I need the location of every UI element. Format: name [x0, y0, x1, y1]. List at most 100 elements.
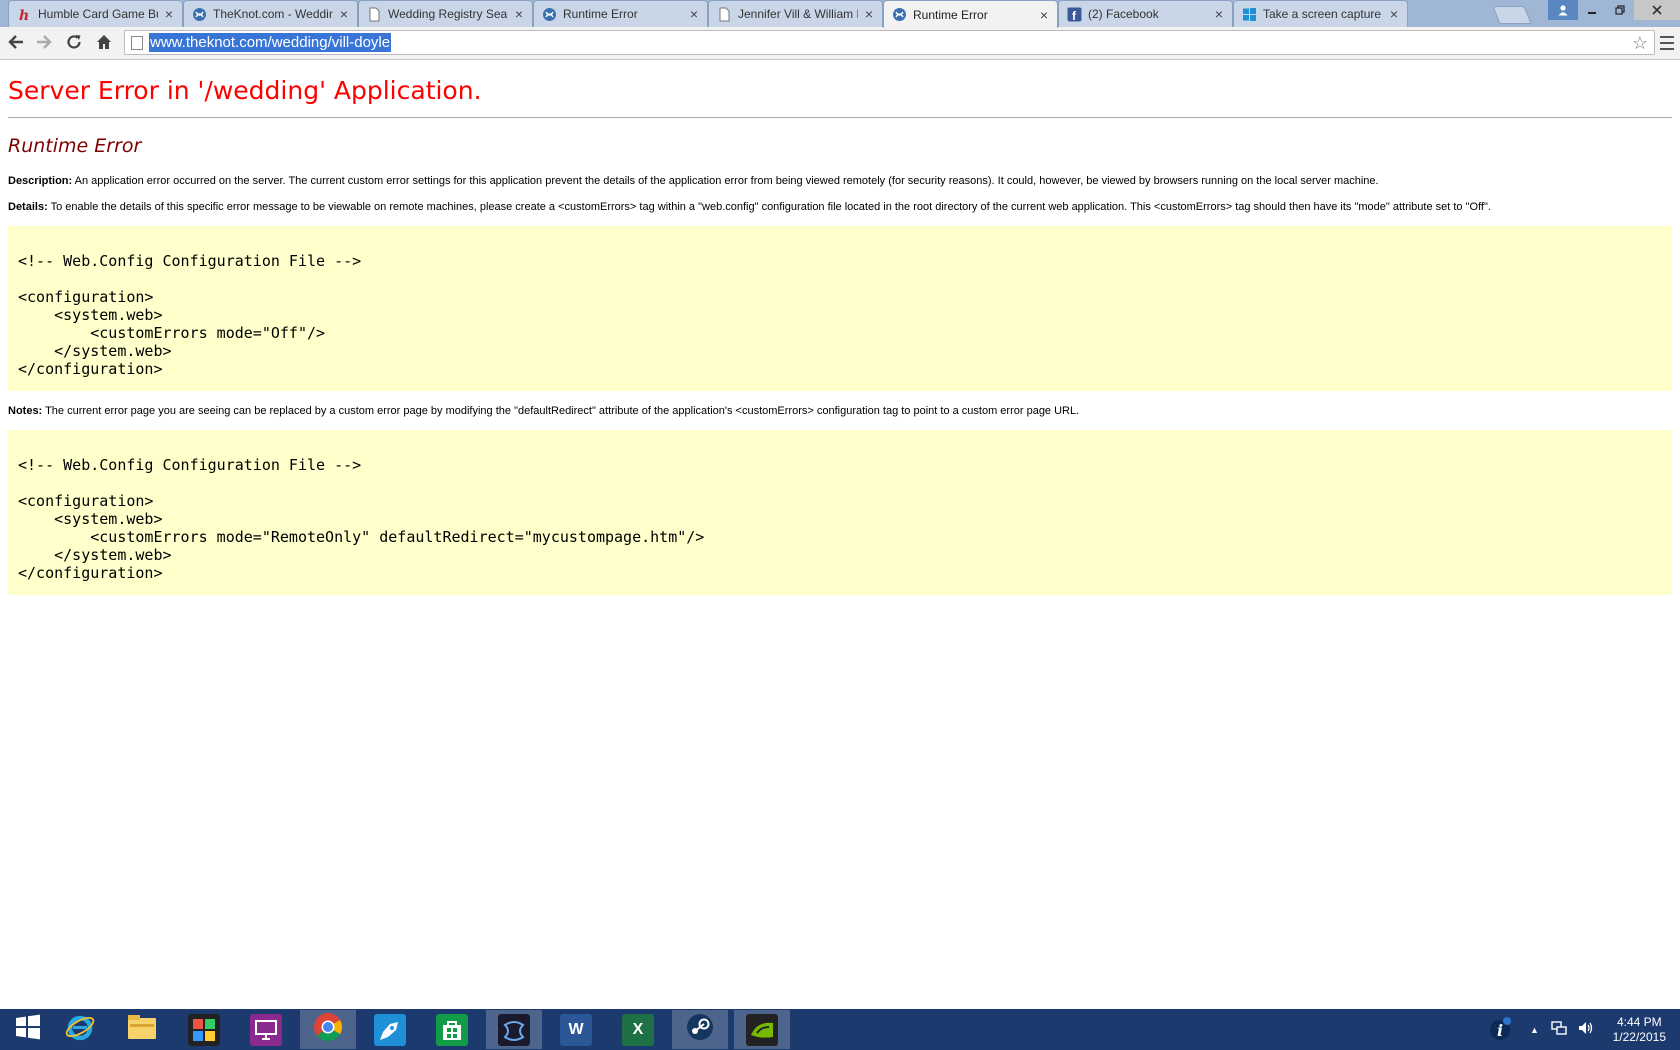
new-tab-button[interactable]	[1492, 6, 1532, 24]
taskbar-remote-app[interactable]	[238, 1010, 294, 1049]
store-icon	[436, 1013, 468, 1046]
url-text[interactable]: www.theknot.com/wedding/vill-doyle	[149, 33, 392, 52]
restore-button[interactable]	[1606, 0, 1634, 20]
tab-label: Jennifer Vill & William D	[738, 7, 858, 21]
facebook-icon: f	[1067, 7, 1082, 23]
nvidia-icon	[746, 1013, 778, 1046]
home-button[interactable]	[92, 32, 116, 56]
user-profile-icon[interactable]	[1548, 0, 1578, 20]
taskbar-file-explorer[interactable]	[114, 1010, 170, 1049]
reload-button[interactable]	[62, 32, 86, 56]
browser-toolbar: www.theknot.com/wedding/vill-doyle ☆	[0, 27, 1680, 60]
error-subtitle: Runtime Error	[8, 135, 142, 157]
tab-humble[interactable]: h Humble Card Game Bun ×	[8, 0, 183, 27]
close-icon[interactable]: ×	[1212, 7, 1226, 21]
minimize-button[interactable]	[1578, 0, 1606, 20]
notes-label: Notes:	[8, 405, 43, 417]
tab-label: Wedding Registry Search	[388, 7, 508, 21]
notes-paragraph: Notes: The current error page you are se…	[8, 405, 1079, 417]
theknot-icon	[192, 7, 207, 22]
volume-icon[interactable]	[1577, 1020, 1595, 1039]
folder-icon	[126, 1012, 158, 1047]
system-clock[interactable]: 4:44 PM 1/22/2015	[1613, 1015, 1666, 1045]
close-icon[interactable]: ×	[512, 7, 526, 21]
tab-jennifer-vill[interactable]: Jennifer Vill & William D ×	[708, 0, 883, 27]
chevron-up-icon[interactable]: ▲	[1530, 1025, 1539, 1035]
taskbar-photo-app[interactable]	[176, 1010, 232, 1049]
windows-taskbar: W X i ▲ 4:44 PM 1/22/2015	[0, 1009, 1680, 1050]
page-content: Server Error in '/wedding' Application. …	[0, 61, 1680, 1009]
humble-icon: h	[17, 7, 32, 24]
taskbar-word[interactable]: W	[548, 1010, 604, 1049]
code-text: <!-- Web.Config Configuration File --> <…	[18, 252, 362, 378]
taskbar-nvidia[interactable]	[734, 1010, 790, 1049]
page-icon	[367, 7, 382, 22]
remote-app-icon	[250, 1013, 282, 1046]
system-tray: i ▲	[1486, 1009, 1595, 1050]
taskbar-rocket-app[interactable]	[362, 1010, 418, 1049]
description-paragraph: Description: An application error occurr…	[8, 175, 1379, 187]
taskbar-steam[interactable]	[672, 1010, 728, 1049]
taskbar-internet-explorer[interactable]	[52, 1010, 108, 1049]
theknot-icon	[892, 7, 907, 22]
close-icon[interactable]: ×	[687, 7, 701, 21]
close-icon[interactable]: ×	[1387, 7, 1401, 21]
taskbar-store[interactable]	[424, 1010, 480, 1049]
tab-theknot[interactable]: TheKnot.com - Wedding ×	[183, 0, 358, 27]
home-icon	[95, 33, 113, 56]
notes-text: The current error page you are seeing ca…	[42, 405, 1080, 417]
code-text: <!-- Web.Config Configuration File --> <…	[18, 456, 705, 582]
details-label: Details:	[8, 201, 48, 213]
word-icon: W	[560, 1013, 592, 1046]
close-window-button[interactable]	[1634, 0, 1680, 20]
page-title: Server Error in '/wedding' Application.	[8, 76, 482, 105]
taskbar-excel[interactable]: X	[610, 1010, 666, 1049]
reload-icon	[65, 33, 83, 56]
excel-icon: X	[622, 1013, 654, 1046]
clock-date: 1/22/2015	[1612, 1030, 1666, 1044]
address-bar[interactable]: www.theknot.com/wedding/vill-doyle ☆	[124, 30, 1655, 55]
details-paragraph: Details: To enable the details of this s…	[8, 201, 1491, 213]
info-notification-icon[interactable]: i	[1486, 1014, 1514, 1045]
start-button[interactable]	[0, 1010, 56, 1049]
tab-runtime-error-active[interactable]: Runtime Error ×	[883, 0, 1058, 28]
details-text: To enable the details of this specific e…	[47, 201, 1491, 213]
windows-start-icon	[14, 1013, 42, 1046]
forward-button[interactable]	[32, 32, 56, 56]
taskbar-visual-studio[interactable]	[486, 1010, 542, 1049]
close-icon[interactable]: ×	[1037, 8, 1051, 22]
taskbar-chrome[interactable]	[300, 1010, 356, 1049]
close-icon[interactable]: ×	[862, 7, 876, 21]
tab-label: Runtime Error	[913, 7, 988, 22]
back-button[interactable]	[4, 32, 28, 56]
chrome-menu-icon[interactable]	[1658, 34, 1676, 52]
theknot-icon	[542, 7, 557, 22]
code-block-config-off: <!-- Web.Config Configuration File --> <…	[8, 226, 1672, 391]
page-icon	[131, 35, 143, 50]
close-icon[interactable]: ×	[162, 7, 176, 21]
svg-text:h: h	[19, 8, 29, 22]
tab-label: Humble Card Game Bun	[38, 7, 158, 21]
network-icon[interactable]	[1551, 1020, 1567, 1039]
clock-time: 4:44 PM	[1616, 1015, 1662, 1029]
steam-icon	[685, 1012, 715, 1047]
tab-label: Take a screen capture (p	[1263, 7, 1383, 21]
windows-icon	[1242, 7, 1257, 22]
tab-label: Runtime Error	[563, 7, 638, 21]
code-block-config-remote: <!-- Web.Config Configuration File --> <…	[8, 430, 1672, 595]
tab-runtime-error-1[interactable]: Runtime Error ×	[533, 0, 708, 27]
description-text: An application error occurred on the ser…	[72, 175, 1379, 187]
forward-arrow-icon	[35, 33, 53, 56]
vs-icon	[498, 1013, 530, 1046]
tab-screen-capture[interactable]: Take a screen capture (p ×	[1233, 0, 1408, 27]
tab-wedding-registry[interactable]: Wedding Registry Search ×	[358, 0, 533, 27]
divider	[8, 117, 1672, 118]
bookmark-star-icon[interactable]: ☆	[1632, 34, 1648, 52]
close-icon[interactable]: ×	[337, 7, 351, 21]
svg-text:i: i	[1497, 1021, 1503, 1040]
window-controls	[1548, 0, 1680, 20]
ie-icon	[64, 1011, 96, 1048]
tab-facebook[interactable]: f (2) Facebook ×	[1058, 0, 1233, 27]
description-label: Description:	[8, 175, 73, 187]
rocket-icon	[374, 1013, 406, 1046]
